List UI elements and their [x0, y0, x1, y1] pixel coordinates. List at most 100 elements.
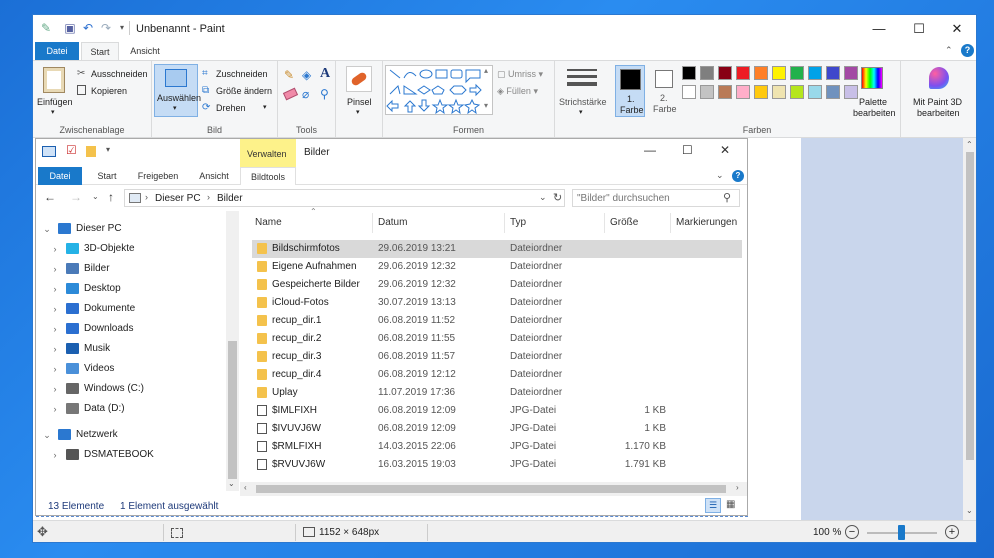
stroke-group[interactable]: Strichstärke ▾: [555, 61, 613, 138]
up-icon[interactable]: ↑: [108, 190, 114, 204]
expand-icon[interactable]: ⌄: [42, 425, 52, 445]
file-row[interactable]: $RMLFIXH 14.03.2015 22:06 JPG-Datei 1.170 K…: [252, 438, 742, 456]
chevron-right-icon[interactable]: ›: [50, 279, 60, 299]
file-row[interactable]: Uplay 11.07.2019 17:36 Dateiordner: [252, 384, 742, 402]
color2-button[interactable]: 2. Farbe: [649, 65, 679, 117]
zoom-in-button[interactable]: +: [945, 525, 959, 539]
palette-swatch[interactable]: [808, 66, 822, 80]
explorer-close-button[interactable]: ✕: [720, 143, 730, 157]
palette-swatch[interactable]: [700, 66, 714, 80]
search-box[interactable]: ⚲: [572, 189, 740, 207]
column-type[interactable]: Typ: [510, 213, 526, 233]
properties-icon[interactable]: ☑: [66, 143, 77, 157]
details-view-icon[interactable]: ☰: [705, 498, 721, 513]
shapes-more-icon[interactable]: ▾: [484, 101, 488, 110]
undo-icon[interactable]: ↶: [81, 21, 95, 35]
search-input[interactable]: [577, 192, 717, 205]
file-row[interactable]: $RVUVJ6W 16.03.2015 19:03 JPG-Datei 1.791 K…: [252, 456, 742, 474]
nav-item[interactable]: › Downloads: [36, 319, 226, 339]
breadcrumb-this-pc[interactable]: Dieser PC: [155, 193, 201, 204]
collapse-ribbon-icon[interactable]: ⌃: [945, 45, 953, 56]
palette-swatch[interactable]: [754, 85, 768, 99]
chevron-right-icon[interactable]: ›: [50, 379, 60, 399]
paste-button[interactable]: Einfügen: [37, 97, 73, 107]
nav-item[interactable]: › Bilder: [36, 259, 226, 279]
copy-button[interactable]: Kopieren: [91, 86, 127, 96]
palette-swatch[interactable]: [682, 66, 696, 80]
file-row[interactable]: $IVUVJ6W 06.08.2019 12:09 JPG-Datei 1 KB: [252, 420, 742, 438]
tab-datei[interactable]: Datei: [35, 42, 79, 60]
maximize-button[interactable]: ☐: [899, 15, 939, 42]
nav-item[interactable]: ⌄ Dieser PC: [36, 219, 226, 239]
scroll-left-icon[interactable]: ‹: [244, 483, 247, 492]
fill-bucket-icon[interactable]: ◈: [302, 68, 311, 82]
context-tab-manage[interactable]: Verwalten: [247, 149, 287, 159]
explorer-help-icon[interactable]: ?: [732, 170, 744, 182]
back-icon[interactable]: ←: [44, 190, 56, 204]
palette-swatch[interactable]: [790, 85, 804, 99]
outline-button[interactable]: ▢ Umriss ▾: [497, 69, 543, 80]
nav-item[interactable]: › Dokumente: [36, 299, 226, 319]
palette-swatch[interactable]: [718, 85, 732, 99]
tab-start[interactable]: Start: [81, 42, 119, 60]
large-icons-view-icon[interactable]: ▦: [726, 499, 735, 510]
nav-scroll-down-icon[interactable]: ⌄: [228, 479, 235, 488]
nav-item[interactable]: › Windows (C:): [36, 379, 226, 399]
nav-scrollbar[interactable]: ⌄: [226, 211, 239, 491]
palette-swatch[interactable]: [826, 85, 840, 99]
palette-swatch[interactable]: [808, 85, 822, 99]
zoom-slider-thumb[interactable]: [898, 525, 905, 540]
column-name[interactable]: Name: [255, 213, 282, 233]
nav-item[interactable]: › Data (D:): [36, 399, 226, 419]
column-tags[interactable]: Markierungen: [676, 213, 737, 233]
rotate-button[interactable]: Drehen: [216, 103, 246, 113]
nav-item[interactable]: ⌄ Netzwerk: [36, 425, 226, 445]
palette-swatch[interactable]: [772, 66, 786, 80]
explorer-tab-start[interactable]: Start: [88, 167, 126, 185]
address-dropdown-icon[interactable]: ⌄: [539, 192, 547, 203]
palette-swatch[interactable]: [754, 66, 768, 80]
explorer-tab-imagetools[interactable]: Bildtools: [240, 167, 296, 185]
file-row[interactable]: recup_dir.2 06.08.2019 11:55 Dateiordner: [252, 330, 742, 348]
cut-button[interactable]: Ausschneiden: [91, 69, 148, 79]
paint3d-button[interactable]: Mit Paint 3D bearbeiten: [901, 61, 976, 138]
select-button[interactable]: Auswählen ▾: [154, 64, 201, 117]
expand-icon[interactable]: ⌄: [42, 219, 52, 239]
refresh-icon[interactable]: ↻: [553, 191, 562, 204]
rotate-dropdown-icon[interactable]: ▾: [263, 103, 267, 111]
chevron-right-icon[interactable]: ›: [50, 359, 60, 379]
palette-swatch[interactable]: [826, 66, 840, 80]
eraser-icon[interactable]: [282, 87, 299, 101]
text-tool-icon[interactable]: A: [320, 66, 330, 82]
brush-button[interactable]: Pinsel: [347, 97, 372, 107]
column-date[interactable]: Datum: [378, 213, 407, 233]
file-row[interactable]: Bildschirmfotos 29.06.2019 13:21 Dateiordn…: [252, 240, 742, 258]
palette-swatch[interactable]: [718, 66, 732, 80]
file-row[interactable]: iCloud-Fotos 30.07.2019 13:13 Dateiordner: [252, 294, 742, 312]
file-row[interactable]: recup_dir.4 06.08.2019 12:12 Dateiordner: [252, 366, 742, 384]
resize-button[interactable]: Größe ändern: [216, 86, 272, 96]
paste-dropdown-icon[interactable]: ▾: [51, 108, 55, 116]
brush-dropdown-icon[interactable]: ▾: [356, 108, 360, 116]
explorer-qa-dropdown-icon[interactable]: ▾: [106, 145, 110, 154]
nav-item[interactable]: › DSMATEBOOK: [36, 445, 226, 465]
chevron-right-icon[interactable]: ›: [50, 239, 60, 259]
pencil-icon[interactable]: ✎: [284, 68, 294, 82]
file-row[interactable]: Gespeicherte Bilder 29.06.2019 12:32 Datei…: [252, 276, 742, 294]
explorer-maximize-button[interactable]: ☐: [682, 143, 693, 157]
palette-swatch[interactable]: [736, 85, 750, 99]
crop-button[interactable]: Zuschneiden: [216, 69, 268, 79]
explorer-tab-datei[interactable]: Datei: [38, 167, 82, 185]
redo-icon[interactable]: ↷: [99, 21, 113, 35]
breadcrumb-pictures[interactable]: Bilder: [217, 193, 243, 204]
explorer-minimize-button[interactable]: —: [644, 143, 656, 157]
shapes-scroll-up-icon[interactable]: ▴: [484, 66, 488, 75]
scroll-right-icon[interactable]: ›: [736, 483, 739, 492]
nav-item[interactable]: › Videos: [36, 359, 226, 379]
nav-item[interactable]: › Musik: [36, 339, 226, 359]
close-button[interactable]: ✕: [937, 15, 976, 42]
canvas-scroll-down-icon[interactable]: ⌄: [966, 506, 973, 515]
canvas-scroll-up-icon[interactable]: ⌃: [966, 140, 973, 149]
chevron-right-icon[interactable]: ›: [50, 339, 60, 359]
fill-button[interactable]: ◈ Füllen ▾: [497, 86, 538, 97]
